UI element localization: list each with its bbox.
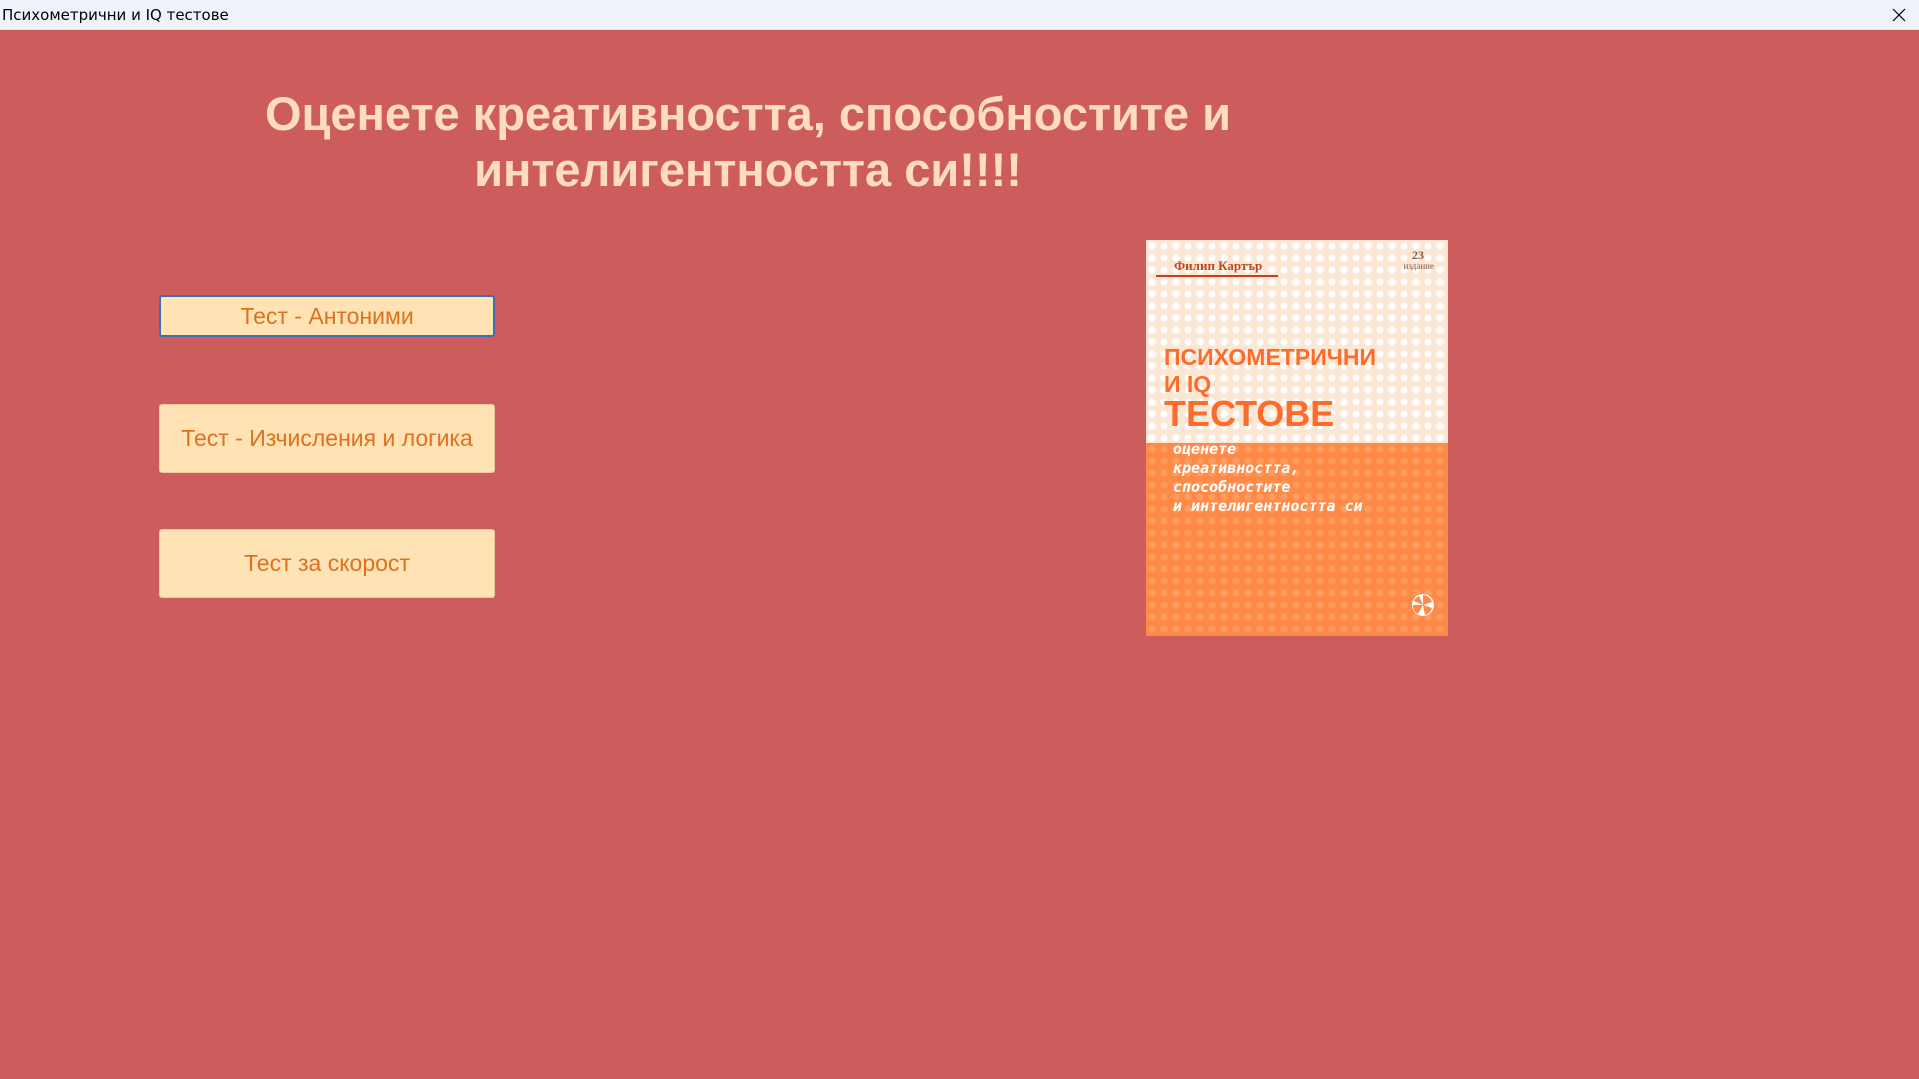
- app-window: Психометрични и IQ тестове Оценете креат…: [0, 0, 1919, 1079]
- antonyms-test-button[interactable]: Тест - Антоними: [159, 295, 495, 337]
- book-cover-image: Филип Картър 23 издание ПСИХОМЕТРИЧНИ И …: [1146, 240, 1448, 636]
- book-subtitle-line-1: оценете: [1173, 440, 1237, 458]
- title-bar: Психометрични и IQ тестове: [0, 0, 1919, 30]
- calculation-logic-test-button[interactable]: Тест - Изчисления и логика: [159, 404, 495, 473]
- book-subtitle: оценете креативността, способностите и и…: [1173, 440, 1443, 516]
- close-button[interactable]: [1879, 0, 1919, 29]
- headline-line-2: интелигентността си!!!!: [474, 143, 1022, 196]
- speed-test-button[interactable]: Тест за скорост: [159, 529, 495, 598]
- book-subtitle-line-2: креативността,: [1173, 459, 1300, 477]
- book-title-line-3: ТЕСТОВЕ: [1164, 393, 1335, 434]
- window-title: Психометрични и IQ тестове: [2, 6, 229, 24]
- page-headline: Оценете креативността, способностите и и…: [148, 86, 1348, 198]
- book-edition-label: издание: [1403, 261, 1434, 271]
- book-author: Филип Картър: [1174, 258, 1263, 273]
- book-author-underline: [1156, 275, 1278, 277]
- headline-line-1: Оценете креативността, способностите и: [264, 87, 1232, 140]
- publisher-logo-icon: [1412, 594, 1434, 616]
- book-subtitle-line-3: способностите: [1173, 478, 1291, 496]
- book-subtitle-line-4: и интелигентността си: [1173, 497, 1363, 515]
- book-title-line-1: ПСИХОМЕТРИЧНИ: [1164, 344, 1377, 370]
- close-icon: [1892, 8, 1906, 21]
